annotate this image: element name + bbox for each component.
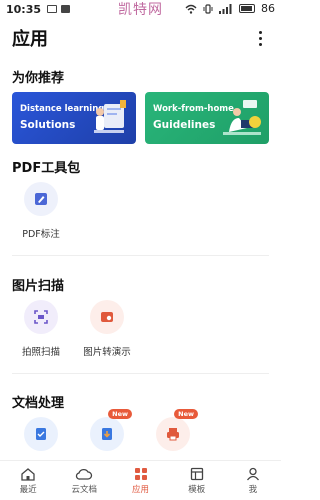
banner-line2: Guidelines [153, 119, 216, 131]
tool-doc[interactable] [11, 417, 71, 451]
template-icon [190, 467, 203, 480]
image-to-slides-icon [90, 300, 124, 334]
section-title-pdf-tools: PDF工具包 [12, 161, 81, 176]
doc-download-icon: New [90, 409, 132, 451]
signal-icon [219, 3, 232, 14]
new-badge: New [174, 409, 198, 419]
status-bar: 10:35 凯特网 86 [0, 0, 281, 18]
work-illustration-icon [223, 100, 261, 135]
battery-level: 86 [261, 2, 275, 15]
home-icon [21, 467, 35, 481]
page-title: 应用 [12, 29, 48, 50]
scan-icon [24, 300, 58, 334]
section-divider [12, 255, 269, 256]
pdf-annotate-icon [24, 182, 58, 216]
watermark-text: 凯特网 [118, 2, 163, 18]
tool-doc-download[interactable]: New [77, 409, 137, 451]
tool-label: 拍照扫描 [21, 347, 60, 358]
more-options-icon[interactable] [251, 27, 269, 49]
tab-label: 模板 [188, 484, 206, 495]
tool-image-to-slides[interactable]: 图片转演示 [77, 300, 137, 358]
tab-label: 应用 [132, 484, 150, 495]
tab-label: 云文档 [71, 484, 98, 495]
doc-icon [24, 417, 58, 451]
wifi-icon [185, 4, 197, 14]
section-title-image-scan: 图片扫描 [12, 279, 65, 294]
section-title-recommend: 为你推荐 [12, 71, 65, 86]
section-divider [12, 373, 269, 374]
app-header: 应用 [0, 18, 281, 58]
notification-icon [47, 5, 58, 13]
tool-pdf-annotate[interactable]: PDF标注 [11, 182, 71, 240]
new-badge: New [108, 409, 132, 419]
tab-label: 最近 [19, 484, 37, 495]
user-icon [246, 467, 259, 480]
battery-icon [239, 4, 255, 13]
tab-cloud-docs[interactable]: 云文档 [56, 461, 112, 500]
bottom-tab-bar: 最近 云文档 应用 模板 我 [0, 460, 281, 500]
tool-photo-scan[interactable]: 拍照扫描 [11, 300, 71, 358]
vibrate-icon [203, 3, 213, 14]
tool-label: 图片转演示 [83, 347, 131, 358]
tab-label: 我 [248, 484, 258, 495]
tab-apps[interactable]: 应用 [112, 461, 168, 500]
tab-me[interactable]: 我 [225, 461, 281, 500]
image-notification-icon [61, 5, 71, 13]
section-title-doc-process: 文档处理 [12, 396, 65, 411]
tool-label: PDF标注 [22, 229, 60, 240]
apps-icon [134, 467, 147, 480]
printer-icon: New [156, 409, 198, 451]
banner-work-from-home[interactable]: Work-from-home Guidelines [145, 92, 269, 144]
tool-print[interactable]: New [143, 409, 203, 451]
status-time: 10:35 [6, 2, 42, 16]
study-illustration-icon [94, 100, 126, 133]
tab-templates[interactable]: 模板 [169, 461, 225, 500]
banner-distance-learning[interactable]: Distance learning Solutions [12, 92, 136, 144]
tab-recent[interactable]: 最近 [0, 461, 56, 500]
cloud-icon [76, 468, 93, 480]
banner-line2: Solutions [20, 119, 76, 131]
